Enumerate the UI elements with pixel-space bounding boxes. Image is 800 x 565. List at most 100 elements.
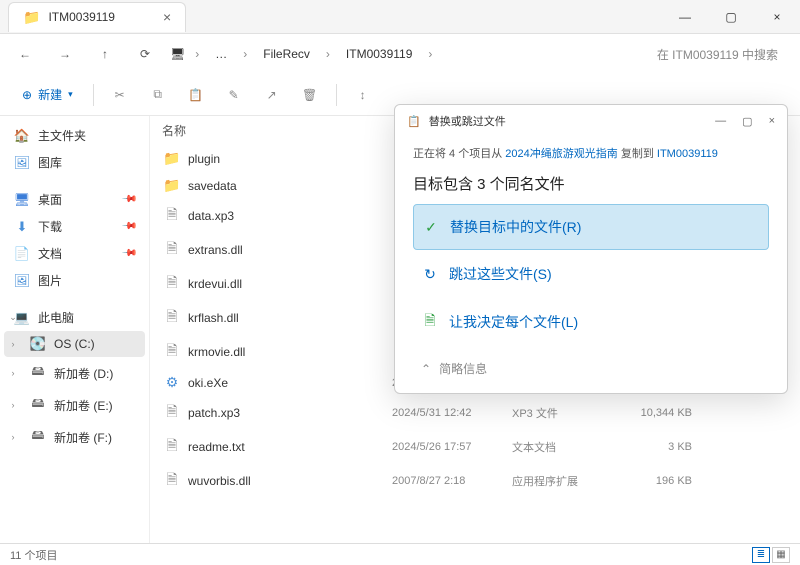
file-type: XP3 文件: [512, 405, 612, 421]
gallery-icon: 🖼: [14, 155, 30, 171]
pin-icon: 📌: [120, 191, 137, 208]
breadcrumb[interactable]: 🖥 › … › FileRecv › ITM0039119 ›: [170, 43, 635, 65]
breadcrumb-part[interactable]: ITM0039119: [340, 43, 419, 65]
sidebar-item-drive-d[interactable]: ›🖴新加卷 (D:): [4, 357, 145, 389]
dest-link[interactable]: ITM0039119: [657, 148, 718, 160]
file-name: krdevui.dll: [188, 277, 392, 291]
header-name[interactable]: 名称: [162, 122, 392, 139]
dialog-heading: 目标包含 3 个同名文件: [413, 169, 769, 204]
sidebar-item-drive-e[interactable]: ›🖴新加卷 (E:): [4, 389, 145, 421]
search-input[interactable]: 在 ITM0039119 中搜索: [645, 42, 790, 67]
file-name: savedata: [188, 179, 392, 193]
home-icon: 🏠: [14, 128, 30, 144]
dialog-title: 替换或跳过文件: [429, 113, 506, 129]
sort-button[interactable]: ↕: [347, 82, 379, 108]
cut-button[interactable]: ✂: [104, 82, 136, 108]
dialog-message: 正在将 4 个项目从 2024冲绳旅游观光指南 复制到 ITM0039119: [413, 145, 769, 161]
refresh-button[interactable]: ⟳: [130, 39, 160, 69]
compare-icon: 🗎: [421, 310, 439, 334]
file-name: readme.txt: [188, 440, 392, 454]
chevron-right-icon[interactable]: ›: [8, 339, 18, 349]
chevron-right-icon[interactable]: ›: [8, 432, 18, 442]
delete-button[interactable]: 🗑: [294, 82, 326, 108]
paste-button[interactable]: 📋: [180, 82, 212, 108]
chevron-right-icon: ›: [326, 47, 330, 61]
icons-view-button[interactable]: ▦: [772, 547, 790, 563]
skip-icon: ↻: [421, 266, 439, 283]
file-icon: 🗎: [162, 435, 182, 459]
view-buttons: ≣ ▦: [752, 547, 790, 563]
sidebar-item-drive-f[interactable]: ›🖴新加卷 (F:): [4, 421, 145, 453]
sidebar-item-pictures[interactable]: 🖼图片: [4, 267, 145, 294]
exe-icon: ⚙: [162, 374, 182, 391]
file-row[interactable]: 🗎wuvorbis.dll2007/8/27 2:18应用程序扩展196 KB: [150, 464, 800, 498]
tab-title: ITM0039119: [48, 10, 115, 24]
chevron-down-icon[interactable]: ⌄: [8, 312, 18, 323]
new-button[interactable]: ⊕ 新建 ▾: [12, 80, 83, 109]
folder-icon: 📁: [23, 9, 40, 26]
more-details-toggle[interactable]: ⌃ 简略信息: [413, 348, 769, 389]
download-icon: ⬇: [14, 219, 30, 235]
rename-button[interactable]: ✎: [218, 82, 250, 108]
breadcrumb-overflow[interactable]: …: [209, 43, 233, 65]
skip-option[interactable]: ↻ 跳过这些文件(S): [413, 252, 769, 296]
file-icon: 🗎: [162, 238, 182, 262]
dialog-minimize-button[interactable]: —: [715, 115, 726, 128]
sidebar-item-gallery[interactable]: 🖼图库: [4, 149, 145, 176]
disk-icon: 🖴: [30, 394, 46, 416]
toolbar-separator: [93, 84, 94, 106]
close-button[interactable]: ×: [754, 0, 800, 34]
file-name: krflash.dll: [188, 311, 392, 325]
file-name: wuvorbis.dll: [188, 474, 392, 488]
file-icon: 🗎: [162, 306, 182, 330]
chevron-right-icon[interactable]: ›: [8, 400, 18, 410]
file-date: 2024/5/31 12:42: [392, 407, 512, 419]
dialog-close-button[interactable]: ×: [769, 115, 775, 128]
desktop-icon: 🖥: [14, 192, 30, 208]
dialog-maximize-button[interactable]: ▢: [742, 115, 752, 128]
chevron-right-icon[interactable]: ›: [8, 368, 18, 378]
addressbar: ← → ↑ ⟳ 🖥 › … › FileRecv › ITM0039119 › …: [0, 34, 800, 74]
file-size: 10,344 KB: [612, 407, 692, 419]
check-icon: ✓: [422, 219, 440, 236]
dialog-titlebar: 📋 替换或跳过文件 — ▢ ×: [395, 105, 787, 137]
sidebar-item-documents[interactable]: 📄文档📌: [4, 240, 145, 267]
titlebar: 📁 ITM0039119 × — ▢ ×: [0, 0, 800, 34]
close-tab-button[interactable]: ×: [163, 9, 171, 25]
breadcrumb-part[interactable]: FileRecv: [257, 43, 316, 65]
chevron-right-icon: ›: [195, 47, 199, 61]
file-type: 文本文档: [512, 439, 612, 455]
sidebar-item-drive-c[interactable]: ›💽OS (C:): [4, 331, 145, 357]
file-icon: 🗎: [162, 204, 182, 228]
source-link[interactable]: 2024冲绳旅游观光指南: [505, 148, 617, 160]
file-icon: 🗎: [162, 340, 182, 364]
forward-button[interactable]: →: [50, 39, 80, 69]
file-row[interactable]: 🗎patch.xp32024/5/31 12:42XP3 文件10,344 KB: [150, 396, 800, 430]
window-tab[interactable]: 📁 ITM0039119 ×: [8, 2, 186, 32]
sidebar-item-desktop[interactable]: 🖥桌面📌: [4, 186, 145, 213]
file-name: extrans.dll: [188, 243, 392, 257]
file-icon: 🗎: [162, 469, 182, 493]
file-name: krmovie.dll: [188, 345, 392, 359]
share-button[interactable]: ↗: [256, 82, 288, 108]
chevron-down-icon: ▾: [68, 89, 73, 100]
maximize-button[interactable]: ▢: [708, 0, 754, 34]
pictures-icon: 🖼: [14, 273, 30, 289]
file-type: 应用程序扩展: [512, 473, 612, 489]
replace-option[interactable]: ✓ 替换目标中的文件(R): [413, 204, 769, 250]
sidebar-item-downloads[interactable]: ⬇下载📌: [4, 213, 145, 240]
file-date: 2024/5/26 17:57: [392, 441, 512, 453]
back-button[interactable]: ←: [10, 39, 40, 69]
decide-option[interactable]: 🗎 让我决定每个文件(L): [413, 298, 769, 346]
file-name: plugin: [188, 152, 392, 166]
minimize-button[interactable]: —: [662, 0, 708, 34]
file-row[interactable]: 🗎readme.txt2024/5/26 17:57文本文档3 KB: [150, 430, 800, 464]
details-view-button[interactable]: ≣: [752, 547, 770, 563]
disk-icon: 🖴: [30, 426, 46, 448]
item-count: 11 个项目: [10, 547, 57, 563]
sidebar-item-home[interactable]: 🏠主文件夹: [4, 122, 145, 149]
up-button[interactable]: ↑: [90, 39, 120, 69]
file-size: 196 KB: [612, 475, 692, 487]
sidebar-item-thispc[interactable]: ⌄💻此电脑: [4, 304, 145, 331]
copy-button[interactable]: ⧉: [142, 81, 174, 108]
